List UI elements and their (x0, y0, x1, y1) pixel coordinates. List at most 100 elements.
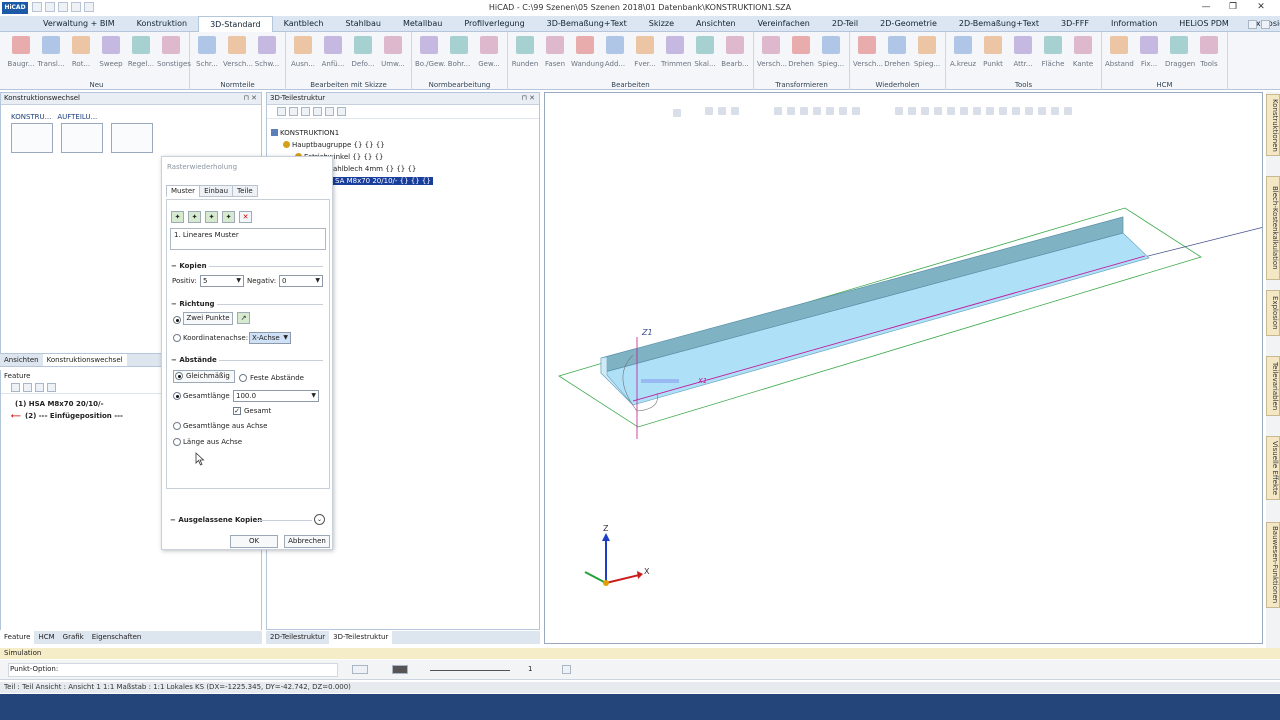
help-icon[interactable] (1248, 19, 1257, 29)
tab-ansichten[interactable]: Ansichten (0, 354, 43, 366)
radio-feste-abstaende[interactable] (239, 374, 247, 382)
ribbon-button[interactable]: Versch... (223, 34, 253, 74)
side-tab-blech-kostenkalkulation[interactable]: Blech-Kostenkalkulation (1266, 176, 1280, 280)
ribbon-button[interactable]: Anfü... (319, 34, 347, 74)
side-tab-explosion[interactable]: Explosion (1266, 290, 1280, 336)
feature-tool-icon[interactable] (47, 383, 56, 392)
tab-feature[interactable]: Feature (0, 631, 35, 644)
line-width-value[interactable]: 1 (528, 665, 532, 673)
ribbon-button[interactable]: Trimmen (661, 34, 691, 74)
close-button[interactable]: ✕ (1248, 1, 1274, 14)
pin-close-icon[interactable]: ⊓ ✕ (243, 93, 257, 104)
radio-koordinatenachse[interactable] (173, 334, 181, 342)
tab-2d-teilestruktur[interactable]: 2D-Teilestruktur (266, 631, 329, 644)
ribbon-button[interactable]: Umw... (379, 34, 407, 74)
ribbon-tab[interactable]: 3D-Bemaßung+Text (536, 16, 638, 32)
shape-select-icon[interactable] (352, 665, 368, 674)
ribbon-button[interactable]: Schw... (253, 34, 281, 74)
ribbon-button[interactable]: Runden (511, 34, 539, 74)
search-icon[interactable] (277, 107, 286, 116)
radio-gesamtlaenge-achse[interactable] (173, 422, 181, 430)
tree-item[interactable]: Hauptbaugruppe {} {} {} (283, 139, 385, 151)
circular-pattern-icon[interactable]: ✦ (205, 211, 218, 223)
ribbon-tab[interactable]: Profilverlegung (453, 16, 535, 32)
tab-hcm[interactable]: HCM (34, 631, 58, 644)
ok-button[interactable]: OK (230, 535, 278, 548)
ribbon-button[interactable]: Gew... (475, 34, 503, 74)
ribbon-button[interactable]: Attr... (1009, 34, 1037, 74)
ribbon-button[interactable]: Drehen (787, 34, 815, 74)
pick-direction-icon[interactable]: ↗ (237, 312, 250, 324)
side-tab-bauwesen-funktionen[interactable]: Bauwesen-Funktionen (1266, 522, 1280, 608)
tab-konstruktion[interactable]: KONSTRU... (11, 113, 51, 121)
ribbon-button[interactable]: Bo./Gew. (415, 34, 446, 74)
negativ-combo[interactable]: 0 ▼ (279, 275, 323, 287)
ribbon-tab[interactable]: Verwaltung + BIM (32, 16, 126, 32)
cut-icon[interactable] (289, 107, 298, 116)
ribbon-tab[interactable]: 2D-Geometrie (869, 16, 948, 32)
ribbon-button[interactable]: Sweep (97, 34, 125, 74)
feature-tool-icon[interactable] (23, 383, 32, 392)
ribbon-tab[interactable]: Stahlbau (335, 16, 392, 32)
achse-combo[interactable]: X-Achse ▼ (249, 332, 291, 344)
linear-pattern-icon[interactable]: ✦ (171, 211, 184, 223)
tab-konstruktionswechsel[interactable]: Konstruktionswechsel (42, 354, 127, 366)
ribbon-button[interactable]: Kante (1069, 34, 1097, 74)
ribbon-button[interactable]: Fix... (1135, 34, 1163, 74)
ribbon-button[interactable]: Fasen (541, 34, 569, 74)
minimize-button[interactable]: — (1193, 1, 1219, 14)
rect-pattern-icon[interactable]: ✦ (188, 211, 201, 223)
ribbon-button[interactable]: Add... (601, 34, 629, 74)
ribbon-button[interactable]: Fver... (631, 34, 659, 74)
chevron-down-icon[interactable]: ⌄ (314, 514, 325, 525)
ribbon-button[interactable]: Defo... (349, 34, 377, 74)
ribbon-button[interactable]: Rot... (67, 34, 95, 74)
pin-close-icon[interactable]: ⊓ ✕ (521, 93, 535, 104)
ribbon-button[interactable]: Versch... (757, 34, 787, 74)
tree-item-root[interactable]: KONSTRUKTION1 (271, 127, 339, 139)
gesamt-checkbox[interactable]: ✓ (233, 407, 241, 415)
ribbon-button[interactable]: Baugr... (7, 34, 35, 74)
ribbon-tab[interactable]: 2D-Bemaßung+Text (948, 16, 1050, 32)
tree-tool-icon[interactable] (301, 107, 310, 116)
pen-icon[interactable] (562, 665, 571, 674)
konstruktion-thumbnail[interactable] (61, 123, 103, 153)
radio-zwei-punkte[interactable] (173, 316, 181, 324)
ribbon-tab[interactable]: Konstruktion (126, 16, 198, 32)
side-tab-visuelle-effekte[interactable]: Visuelle Effekte (1266, 436, 1280, 500)
ribbon-button[interactable]: Versch... (853, 34, 883, 74)
ribbon-button[interactable]: Draggen (1165, 34, 1195, 74)
tab-einbau[interactable]: Einbau (199, 185, 234, 197)
pattern-list-item[interactable]: 1. Lineares Muster (174, 231, 239, 239)
ausgelassene-kopien-section[interactable]: − Ausgelassene Kopien (170, 516, 262, 524)
ribbon-button[interactable]: Ausn... (289, 34, 317, 74)
tab-aufteilung[interactable]: AUFTEILU... (57, 113, 97, 121)
tree-item-selected[interactable]: SA M8x70 20/10/- {} {} {} (333, 175, 433, 187)
ribbon-button[interactable]: Schr... (193, 34, 221, 74)
delete-pattern-icon[interactable]: ✕ (239, 211, 252, 223)
ribbon-button[interactable]: Tools (1195, 34, 1223, 74)
zwei-punkte-button[interactable]: Zwei Punkte (183, 312, 233, 325)
tab-teile[interactable]: Teile (232, 185, 258, 197)
ribbon-tab[interactable]: 3D-FFF (1050, 16, 1100, 32)
ribbon-tab[interactable]: 2D-Teil (821, 16, 869, 32)
ribbon-tab[interactable]: HELiOS PDM (1168, 16, 1240, 32)
maximize-button[interactable]: ❐ (1220, 1, 1246, 14)
ribbon-button[interactable]: Sonstiges (157, 34, 191, 74)
tab-muster[interactable]: Muster (166, 185, 201, 197)
window-options-icon[interactable] (1261, 19, 1270, 29)
ribbon-tab[interactable]: Vereinfachen (747, 16, 821, 32)
line-style-preview[interactable] (430, 670, 510, 671)
ribbon-button[interactable]: Bohr... (445, 34, 473, 74)
ribbon-button[interactable]: Spieg... (817, 34, 845, 74)
ribbon-button[interactable]: Skal... (691, 34, 719, 74)
ribbon-button[interactable]: Punkt (979, 34, 1007, 74)
ribbon-button[interactable]: Wandung (571, 34, 604, 74)
ribbon-tab[interactable]: Skizze (638, 16, 685, 32)
positiv-combo[interactable]: 5 ▼ (200, 275, 244, 287)
ribbon-button[interactable]: Spieg... (913, 34, 941, 74)
curve-pattern-icon[interactable]: ✦ (222, 211, 235, 223)
abbrechen-button[interactable]: Abbrechen (284, 535, 330, 548)
ribbon-button[interactable]: Regel... (127, 34, 155, 74)
tab-3d-teilestruktur[interactable]: 3D-Teilestruktur (329, 631, 393, 644)
